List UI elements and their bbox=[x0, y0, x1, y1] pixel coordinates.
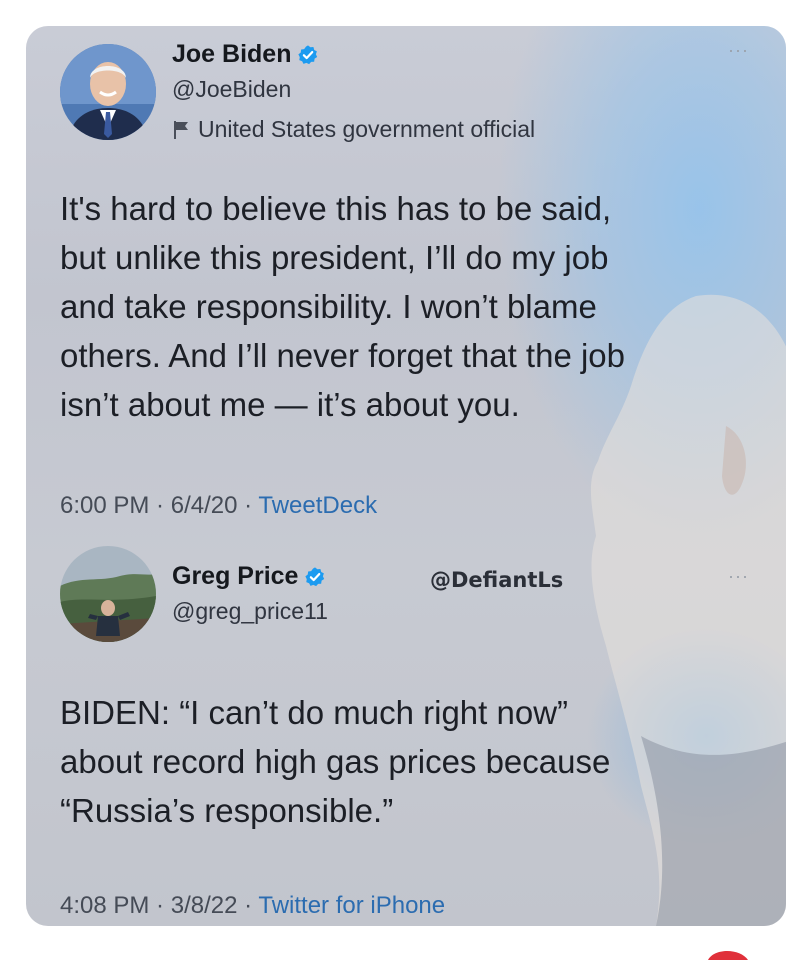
tweet-text-line: “Russia’s responsible.” bbox=[60, 792, 394, 829]
tweet-text-line: and take responsibility. I won’t blame bbox=[60, 288, 597, 325]
more-options-icon[interactable]: ··· bbox=[728, 566, 749, 587]
tweet-time[interactable]: 6:00 PM bbox=[60, 492, 149, 519]
tweet-source[interactable]: TweetDeck bbox=[258, 492, 377, 519]
tweet-date[interactable]: 6/4/20 bbox=[171, 492, 238, 519]
tweet-text-line: BIDEN: “I can’t do much right now” bbox=[60, 694, 569, 731]
verified-badge-icon bbox=[305, 566, 325, 586]
separator: · bbox=[149, 892, 171, 919]
tweet-meta: 4:08 PM · 3/8/22 · Twitter for iPhone bbox=[60, 892, 445, 920]
government-label-text: United States government official bbox=[198, 116, 536, 142]
tweet-date[interactable]: 3/8/22 bbox=[171, 892, 238, 919]
flag-icon bbox=[174, 120, 188, 139]
verified-badge-icon bbox=[298, 44, 318, 64]
tweet-text-line: others. And I’ll never forget that the j… bbox=[60, 337, 626, 374]
tweet-text: BIDEN: “I can’t do much right now” about… bbox=[60, 688, 760, 835]
greg-price-avatar[interactable] bbox=[60, 546, 156, 642]
more-options-icon[interactable]: ··· bbox=[728, 40, 749, 61]
author-name-row: Greg Price bbox=[172, 562, 326, 591]
tweet-text-line: isn’t about me — it’s about you. bbox=[60, 386, 520, 423]
separator: · bbox=[237, 892, 259, 919]
tweet-source[interactable]: Twitter for iPhone bbox=[258, 892, 445, 919]
author-handle[interactable]: @JoeBiden bbox=[172, 76, 291, 103]
author-name[interactable]: Greg Price bbox=[172, 562, 298, 591]
watermark-tag: @DefiantLs bbox=[430, 568, 564, 592]
joe-biden-avatar[interactable] bbox=[60, 44, 156, 140]
author-name[interactable]: Joe Biden bbox=[172, 40, 291, 69]
separator: · bbox=[237, 492, 259, 519]
tweet-text: It's hard to believe this has to be said… bbox=[60, 184, 760, 429]
tweet-text-line: about record high gas prices because bbox=[60, 743, 611, 780]
author-name-row: Joe Biden bbox=[172, 40, 319, 69]
author-handle[interactable]: @greg_price11 bbox=[172, 598, 328, 625]
tweet-time[interactable]: 4:08 PM bbox=[60, 892, 149, 919]
tweet-text-line: but unlike this president, I’ll do my jo… bbox=[60, 239, 609, 276]
partial-icon-bottom-right bbox=[708, 951, 748, 960]
meme-card: Joe Biden @JoeBiden United States govern… bbox=[26, 26, 786, 926]
government-label: United States government official bbox=[172, 116, 535, 143]
tweet-text-line: It's hard to believe this has to be said… bbox=[60, 190, 612, 227]
separator: · bbox=[149, 492, 171, 519]
tweet-meta: 6:00 PM · 6/4/20 · TweetDeck bbox=[60, 492, 377, 520]
